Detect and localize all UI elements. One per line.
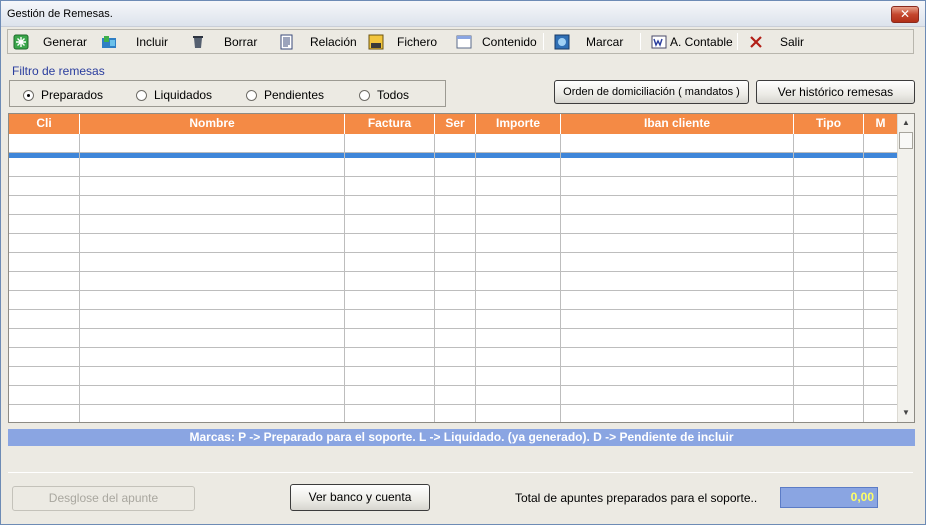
ver-historico-button[interactable]: Ver histórico remesas [756, 80, 915, 104]
col-m[interactable]: M [864, 114, 897, 134]
generar-label: Generar [43, 35, 88, 49]
table-row[interactable] [9, 348, 897, 367]
exit-icon [748, 34, 764, 50]
table-row[interactable] [9, 367, 897, 386]
table-row[interactable] [9, 196, 897, 215]
table-row[interactable] [9, 310, 897, 329]
list-icon [279, 34, 295, 50]
col-iban[interactable]: Iban cliente [561, 114, 794, 134]
grid-header: Cli Nombre Factura Ser Importe Iban clie… [9, 114, 897, 134]
grid-line [475, 134, 476, 422]
toolbar-separator [543, 33, 544, 50]
ver-banco-button[interactable]: Ver banco y cuenta [290, 484, 430, 511]
col-nombre[interactable]: Nombre [80, 114, 345, 134]
incluir-label: Incluir [136, 35, 169, 49]
table-row[interactable] [9, 405, 897, 422]
table-row[interactable] [9, 215, 897, 234]
toolbar-separator [640, 33, 641, 50]
filter-label: Filtro de remesas [12, 64, 105, 78]
generar-button[interactable]: Generar [13, 32, 87, 52]
divider [8, 472, 913, 473]
radio-liquidados[interactable]: Liquidados [136, 88, 212, 102]
marks-legend: Marcas: P -> Preparado para el soporte. … [8, 429, 915, 446]
fichero-label: Fichero [397, 35, 438, 49]
window-icon [456, 34, 472, 50]
fichero-button[interactable]: Fichero [368, 32, 437, 52]
title-bar: Gestión de Remesas. ✕ [1, 1, 925, 27]
radio-dot [23, 89, 34, 101]
accounting-icon [651, 34, 667, 50]
grid-line [793, 134, 794, 422]
scroll-up-icon[interactable]: ▲ [898, 115, 914, 131]
table-row[interactable] [9, 386, 897, 405]
radio-dot [136, 89, 147, 101]
desglose-button[interactable]: Desglose del apunte [12, 486, 195, 511]
borrar-label: Borrar [224, 35, 258, 49]
col-tipo[interactable]: Tipo [794, 114, 864, 134]
include-icon [101, 34, 117, 50]
radio-liquidados-label: Liquidados [154, 88, 213, 102]
relacion-label: Relación [310, 35, 357, 49]
remesas-window: Gestión de Remesas. ✕ Generar Incluir Bo… [0, 0, 926, 525]
contable-label: A. Contable [670, 35, 733, 49]
vertical-scrollbar[interactable]: ▲ ▼ [897, 114, 914, 422]
contenido-button[interactable]: Contenido [456, 32, 537, 52]
incluir-button[interactable]: Incluir [101, 32, 168, 52]
file-icon [368, 34, 384, 50]
table-row[interactable] [9, 158, 897, 177]
grid-line [434, 134, 435, 422]
radio-dot [359, 89, 370, 101]
table-row[interactable] [9, 253, 897, 272]
borrar-button[interactable]: Borrar [190, 32, 257, 52]
radio-todos-label: Todos [377, 88, 410, 102]
col-cli[interactable]: Cli [9, 114, 80, 134]
table-row[interactable] [9, 134, 897, 153]
radio-pendientes[interactable]: Pendientes [246, 88, 324, 102]
close-button[interactable]: ✕ [891, 6, 919, 23]
table-row[interactable] [9, 329, 897, 348]
radio-pendientes-label: Pendientes [264, 88, 325, 102]
scroll-thumb[interactable] [899, 132, 913, 149]
total-label: Total de apuntes preparados para el sopo… [515, 491, 758, 505]
generate-icon [13, 34, 29, 50]
filter-group: Preparados Liquidados Pendientes Todos [9, 80, 446, 107]
contable-button[interactable]: A. Contable [651, 32, 733, 52]
table-row[interactable] [9, 177, 897, 196]
grid-line [344, 134, 345, 422]
salir-label: Salir [780, 35, 805, 49]
marcar-button[interactable]: Marcar [554, 32, 623, 52]
toolbar: Generar Incluir Borrar Relación Fichero … [7, 29, 914, 54]
mark-icon [554, 34, 570, 50]
radio-todos[interactable]: Todos [359, 88, 409, 102]
grid-line [863, 134, 864, 422]
radio-preparados-label: Preparados [41, 88, 104, 102]
radio-dot [246, 89, 257, 101]
total-value: 0,00 [780, 487, 878, 508]
delete-icon [190, 34, 206, 50]
window-title: Gestión de Remesas. [7, 8, 113, 20]
radio-preparados[interactable]: Preparados [23, 88, 103, 102]
grid-line [560, 134, 561, 422]
scroll-down-icon[interactable]: ▼ [898, 405, 914, 421]
relacion-button[interactable]: Relación [279, 32, 357, 52]
salir-button[interactable]: Salir [748, 32, 804, 52]
contenido-label: Contenido [482, 35, 537, 49]
col-factura[interactable]: Factura [345, 114, 435, 134]
table-row[interactable] [9, 272, 897, 291]
marcar-label: Marcar [586, 35, 624, 49]
col-importe[interactable]: Importe [476, 114, 561, 134]
table-row[interactable] [9, 291, 897, 310]
table-row[interactable] [9, 234, 897, 253]
orden-domiciliacion-button[interactable]: Orden de domiciliación ( mandatos ) [554, 80, 749, 104]
col-ser[interactable]: Ser [435, 114, 476, 134]
remesas-grid[interactable]: Cli Nombre Factura Ser Importe Iban clie… [8, 113, 915, 423]
grid-line [79, 134, 80, 422]
toolbar-separator [737, 33, 738, 50]
